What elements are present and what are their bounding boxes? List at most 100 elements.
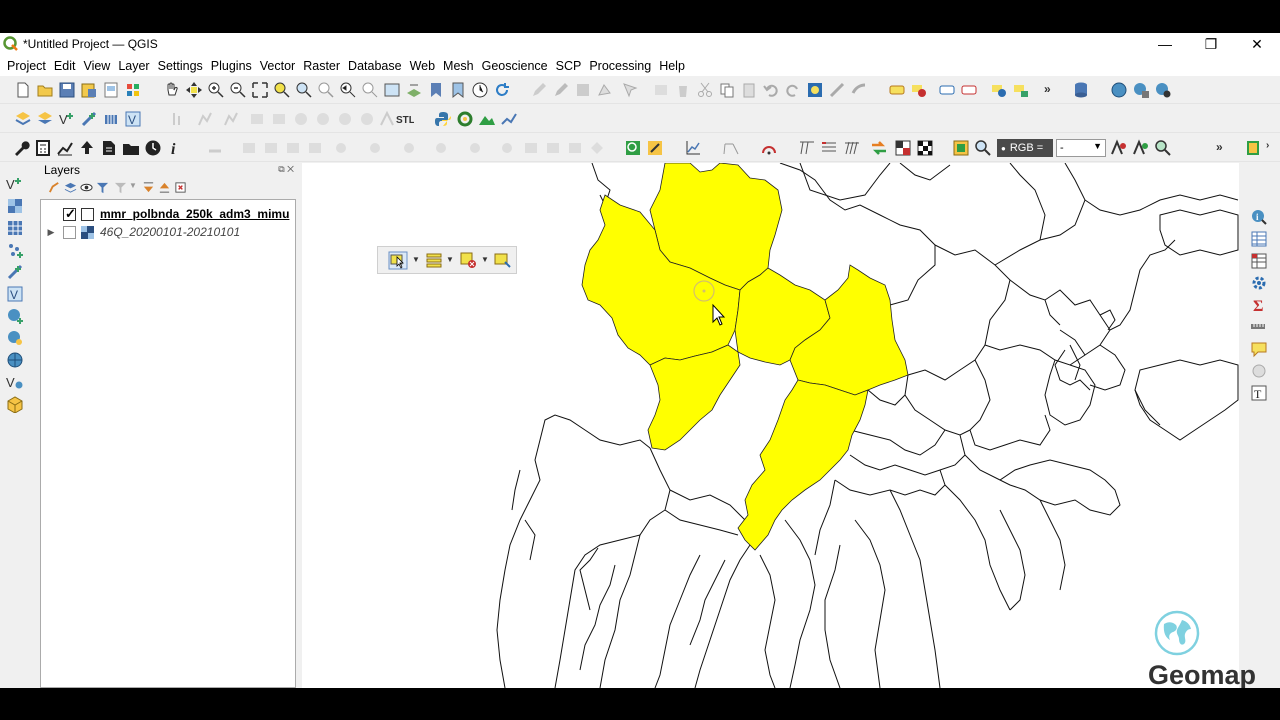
add-mesh-layer-icon[interactable] <box>102 110 120 128</box>
digitize-tool-k-icon[interactable] <box>498 139 516 157</box>
new-bookmark-icon[interactable] <box>449 81 467 99</box>
vector-edit-disabled-icon[interactable] <box>170 110 188 128</box>
open-attribute-table-icon[interactable] <box>1250 230 1268 248</box>
filter-dropdown-icon[interactable]: ▼ <box>129 181 137 190</box>
layer-visibility-checkbox[interactable] <box>63 206 76 222</box>
text-annotation-icon[interactable]: T <box>1250 384 1268 402</box>
digitize-shape-icon[interactable] <box>828 81 846 99</box>
menu-web[interactable]: Web <box>406 59 439 73</box>
label-pin-icon[interactable] <box>910 81 928 99</box>
delete-selected-icon[interactable] <box>674 81 692 99</box>
digitize-tool-a-icon[interactable] <box>206 139 224 157</box>
zoom-to-layer-icon[interactable] <box>295 81 313 99</box>
temporal-controller-icon[interactable] <box>471 81 489 99</box>
digitize-tool-l-icon[interactable] <box>522 139 540 157</box>
digitize-tool-f-icon[interactable] <box>332 139 350 157</box>
zoom-to-selection-icon[interactable] <box>273 81 291 99</box>
select-features-icon[interactable] <box>388 251 408 270</box>
add-raster-layer-icon[interactable] <box>6 197 24 215</box>
layer-visibility-checkbox[interactable] <box>63 225 76 239</box>
vector-tool-8-icon[interactable] <box>336 110 354 128</box>
metasearch-icon[interactable] <box>1154 81 1172 99</box>
minimize-button[interactable]: — <box>1142 33 1188 55</box>
menu-mesh[interactable]: Mesh <box>439 59 478 73</box>
label-rotate-icon[interactable] <box>990 81 1008 99</box>
document-icon[interactable] <box>100 139 118 157</box>
toolbar3-more-icon[interactable]: › <box>1266 140 1269 151</box>
show-label-icon[interactable] <box>938 81 956 99</box>
label-tool-icon[interactable] <box>888 81 906 99</box>
collapse-all-icon[interactable] <box>158 181 171 194</box>
close-button[interactable]: ✕ <box>1234 33 1280 55</box>
modify-attributes-icon[interactable] <box>652 81 670 99</box>
digitize-tool-n-icon[interactable] <box>566 139 584 157</box>
data-source-manager-icon[interactable] <box>14 110 32 128</box>
digitize-tool-o-icon[interactable] <box>588 139 606 157</box>
scp-zoom-icon[interactable] <box>974 139 992 157</box>
pan-map-icon[interactable] <box>163 81 181 99</box>
pan-to-selection-icon[interactable] <box>185 81 203 99</box>
vector-tool-6-icon[interactable] <box>292 110 310 128</box>
plugin-tool-icon[interactable] <box>806 81 824 99</box>
paste-features-icon[interactable] <box>740 81 758 99</box>
toolbox-gear-icon[interactable] <box>1250 274 1268 292</box>
digitize-icon[interactable] <box>596 81 614 99</box>
graph-axes-icon[interactable] <box>684 139 702 157</box>
digitize-tool-i-icon[interactable] <box>432 139 450 157</box>
toggle-editing-icon[interactable] <box>552 81 570 99</box>
digitize-tool-e-icon[interactable] <box>306 139 324 157</box>
add-delimited-text-icon[interactable] <box>80 110 98 128</box>
new-print-layout-icon[interactable] <box>102 81 120 99</box>
zoom-last-icon[interactable] <box>339 81 357 99</box>
add-group-icon[interactable] <box>64 181 77 194</box>
vector-tool-7-icon[interactable] <box>314 110 332 128</box>
add-virtual-layer-icon[interactable]: V <box>124 110 142 128</box>
web-service-icon[interactable] <box>1110 81 1128 99</box>
italic-lines-icon[interactable] <box>842 139 860 157</box>
menu-scp[interactable]: SCP <box>552 59 586 73</box>
select-by-value-icon[interactable] <box>426 252 442 268</box>
vector-tool-9-icon[interactable] <box>358 110 376 128</box>
panel-float-close-icons[interactable]: ⧉ ✕ <box>278 164 294 175</box>
orange-green-swap-icon[interactable] <box>870 139 888 157</box>
digitize-tool-h-icon[interactable] <box>400 139 418 157</box>
deselect-dropdown-icon[interactable]: ▼ <box>481 255 489 264</box>
checker-pattern-icon[interactable] <box>894 139 912 157</box>
menu-edit[interactable]: Edit <box>50 59 80 73</box>
layer-row-vector[interactable]: mmr_polbnda_250k_adm3_mimu <box>41 205 295 223</box>
menu-database[interactable]: Database <box>344 59 406 73</box>
terrain-tool-icon[interactable] <box>478 110 496 128</box>
expand-all-icon[interactable] <box>142 181 155 194</box>
parallel-lines-icon[interactable] <box>798 139 816 157</box>
restore-button[interactable]: ❐ <box>1188 33 1234 55</box>
filter-expression-icon[interactable] <box>114 181 127 194</box>
select-value-dropdown-icon[interactable]: ▼ <box>446 255 454 264</box>
highlight-label-icon[interactable] <box>960 81 978 99</box>
vector-tool-2-icon[interactable] <box>196 110 214 128</box>
scp-search-icon[interactable] <box>1154 139 1172 157</box>
statistical-summary-icon[interactable]: Σ <box>1250 296 1268 314</box>
digitize-tool-c-icon[interactable] <box>262 139 280 157</box>
add-delimited-icon[interactable] <box>6 263 24 281</box>
menu-vector[interactable]: Vector <box>256 59 299 73</box>
menu-view[interactable]: View <box>79 59 114 73</box>
select-dropdown-icon[interactable]: ▼ <box>412 255 420 264</box>
layer-row-raster[interactable]: ▶ 46Q_20200101-20210101 <box>41 223 295 241</box>
cut-features-icon[interactable] <box>696 81 714 99</box>
map-tips-icon[interactable] <box>1250 340 1268 358</box>
menu-layer[interactable]: Layer <box>114 59 153 73</box>
digitize-tool-g-icon[interactable] <box>366 139 384 157</box>
measure-tool-icon[interactable] <box>722 139 740 157</box>
vector-tool-5-icon[interactable] <box>270 110 288 128</box>
menu-raster[interactable]: Raster <box>299 59 344 73</box>
digitize-tool-d-icon[interactable] <box>284 139 302 157</box>
identify-info-icon[interactable]: i <box>166 139 184 157</box>
add-layer-icon[interactable] <box>36 110 54 128</box>
open-project-icon[interactable] <box>36 81 54 99</box>
new-map-view-icon[interactable] <box>383 81 401 99</box>
digitize-tool-m-icon[interactable] <box>544 139 562 157</box>
vector-tool-3-icon[interactable] <box>222 110 240 128</box>
annotation-icon[interactable] <box>1250 362 1268 380</box>
folder-icon[interactable] <box>122 139 140 157</box>
menu-geoscience[interactable]: Geoscience <box>478 59 552 73</box>
